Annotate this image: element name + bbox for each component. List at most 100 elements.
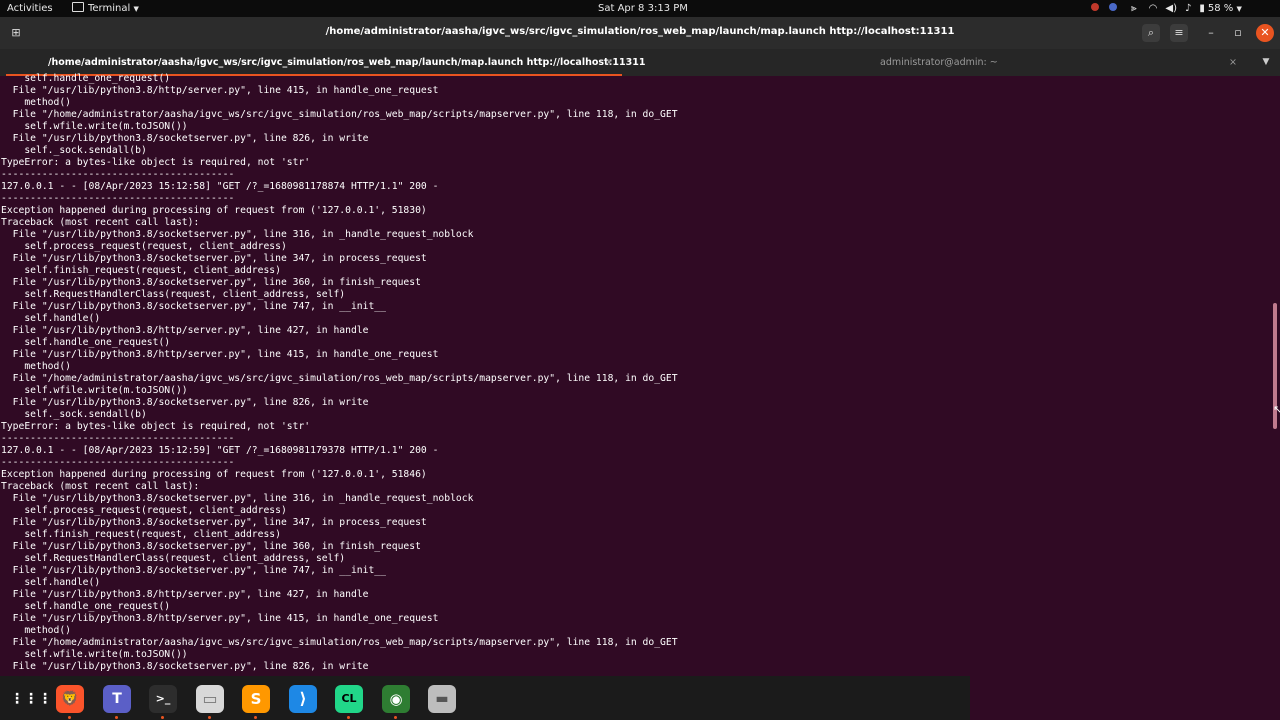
terminal-line: File "/usr/lib/python3.8/http/server.py"…: [1, 349, 439, 360]
tab-admin-home[interactable]: administrator@admin: ~ ×: [622, 49, 1250, 76]
terminal-icon[interactable]: >_: [149, 685, 177, 713]
terminal-app-menu[interactable]: Terminal ▼: [72, 2, 139, 16]
tab-bar: /home/administrator/aasha/igvc_ws/src/ig…: [0, 49, 1280, 76]
terminal-line: self.handle_one_request(): [1, 601, 171, 612]
hamburger-menu-icon[interactable]: ≡: [1170, 24, 1188, 42]
terminal-line: 127.0.0.1 - - [08/Apr/2023 15:12:58] "GE…: [1, 181, 439, 192]
tab-label: /home/administrator/aasha/igvc_ws/src/ig…: [48, 57, 646, 68]
terminal-line: ----------------------------------------: [1, 169, 235, 180]
terminal-line: method(): [1, 361, 71, 372]
chrome-icon[interactable]: ◉: [382, 685, 410, 713]
terminal-line: File "/usr/lib/python3.8/http/server.py"…: [1, 85, 439, 96]
extension-icon: [1109, 3, 1117, 11]
running-indicator: [347, 716, 350, 719]
terminal-line: File "/usr/lib/python3.8/http/server.py"…: [1, 589, 369, 600]
close-icon[interactable]: ✕: [1256, 24, 1274, 42]
terminal-line: Traceback (most recent call last):: [1, 481, 200, 492]
terminal-line: File "/usr/lib/python3.8/socketserver.py…: [1, 661, 369, 672]
dock: ⋮⋮⋮ 🦁 T >_ ▭ S ⟩ CL ◉ ▬: [0, 676, 970, 720]
terminal-line: self.RequestHandlerClass(request, client…: [1, 289, 346, 300]
terminal-line: File "/home/administrator/aasha/igvc_ws/…: [1, 373, 678, 384]
chevron-down-icon: ▼: [133, 5, 139, 13]
terminal-line: TypeError: a bytes-like object is requir…: [1, 421, 311, 432]
terminal-line: 127.0.0.1 - - [08/Apr/2023 15:12:59] "GE…: [1, 445, 439, 456]
close-tab-icon[interactable]: ×: [1229, 49, 1237, 76]
brave-icon[interactable]: 🦁: [56, 685, 84, 713]
terminal-line: File "/usr/lib/python3.8/socketserver.py…: [1, 229, 474, 240]
terminal-line: File "/usr/lib/python3.8/socketserver.py…: [1, 301, 386, 312]
terminal-line: File "/usr/lib/python3.8/http/server.py"…: [1, 613, 439, 624]
vscode-icon[interactable]: ⟩: [289, 685, 317, 713]
search-icon[interactable]: ⌕: [1142, 24, 1160, 42]
terminal-line: File "/usr/lib/python3.8/socketserver.py…: [1, 277, 421, 288]
close-tab-icon[interactable]: ×: [605, 49, 613, 76]
input-method-icon: ⫸: [1131, 3, 1137, 14]
clock[interactable]: Sat Apr 8 3:13 PM: [598, 2, 688, 15]
terminal-line: File "/home/administrator/aasha/igvc_ws/…: [1, 637, 678, 648]
tab-list-chevron-icon[interactable]: ▼: [1258, 49, 1274, 76]
terminal-line: self.handle(): [1, 313, 101, 324]
terminal-line: self.handle(): [1, 577, 101, 588]
sublime-text-icon[interactable]: S: [242, 685, 270, 713]
app-grid-icon[interactable]: ⋮⋮⋮: [10, 685, 52, 713]
terminal-line: method(): [1, 97, 71, 108]
terminal-line: self.finish_request(request, client_addr…: [1, 529, 281, 540]
terminal-line: File "/usr/lib/python3.8/socketserver.py…: [1, 397, 369, 408]
disk-icon[interactable]: ▬: [428, 685, 456, 713]
terminal-line: File "/usr/lib/python3.8/socketserver.py…: [1, 133, 369, 144]
terminal-line: ----------------------------------------: [1, 433, 235, 444]
terminal-line: self.handle_one_request(): [1, 73, 171, 84]
activities-button[interactable]: Activities: [7, 2, 53, 15]
terminal-line: Exception happened during processing of …: [1, 205, 427, 216]
microphone-icon: ♪: [1184, 3, 1192, 14]
top-bar: Activities Terminal ▼ Sat Apr 8 3:13 PM …: [0, 0, 1280, 17]
running-indicator: [115, 716, 118, 719]
terminal-line: File "/usr/lib/python3.8/socketserver.py…: [1, 517, 427, 528]
wifi-icon: ◠: [1148, 3, 1158, 14]
terminal-line: ----------------------------------------: [1, 457, 235, 468]
terminal-line: self.process_request(request, client_add…: [1, 241, 287, 252]
minimize-icon[interactable]: –: [1202, 24, 1220, 42]
running-indicator: [161, 716, 164, 719]
terminal-line: self.finish_request(request, client_addr…: [1, 265, 281, 276]
terminal-line: File "/usr/lib/python3.8/socketserver.py…: [1, 565, 386, 576]
terminal-line: File "/usr/lib/python3.8/socketserver.py…: [1, 541, 421, 552]
files-icon[interactable]: ▭: [196, 685, 224, 713]
terminal-output[interactable]: self.handle_one_request() File "/usr/lib…: [1, 73, 1271, 675]
terminal-line: File "/home/administrator/aasha/igvc_ws/…: [1, 109, 678, 120]
maximize-icon[interactable]: ▫: [1229, 24, 1247, 42]
terminal-line: Traceback (most recent call last):: [1, 217, 200, 228]
terminal-line: self.wfile.write(m.toJSON()): [1, 649, 188, 660]
terminal-line: self.handle_one_request(): [1, 337, 171, 348]
window-titlebar: ⊞ /home/administrator/aasha/igvc_ws/src/…: [0, 17, 1280, 49]
tab-label: administrator@admin: ~: [880, 57, 998, 68]
volume-icon: ◀): [1165, 3, 1177, 14]
terminal-line: TypeError: a bytes-like object is requir…: [1, 157, 311, 168]
battery-icon: ▮: [1199, 3, 1205, 14]
teams-icon[interactable]: T: [103, 685, 131, 713]
recording-icon: [1091, 3, 1099, 11]
terminal-line: File "/usr/lib/python3.8/http/server.py"…: [1, 325, 369, 336]
terminal-line: File "/usr/lib/python3.8/socketserver.py…: [1, 253, 427, 264]
chevron-down-icon: ▼: [1236, 5, 1242, 13]
mouse-cursor-icon: ↖: [1273, 403, 1280, 416]
system-tray[interactable]: ⫸ ◠ ◀) ♪ ▮ 58 % ▼: [1091, 2, 1242, 16]
terminal-line: File "/usr/lib/python3.8/socketserver.py…: [1, 493, 474, 504]
running-indicator: [68, 716, 71, 719]
terminal-app-icon: [72, 2, 84, 12]
window-title: /home/administrator/aasha/igvc_ws/src/ig…: [325, 26, 955, 37]
terminal-line: self.wfile.write(m.toJSON()): [1, 121, 188, 132]
running-indicator: [254, 716, 257, 719]
app-name: Terminal: [88, 3, 131, 14]
terminal-line: self._sock.sendall(b): [1, 409, 147, 420]
clion-icon[interactable]: CL: [335, 685, 363, 713]
terminal-line: self._sock.sendall(b): [1, 145, 147, 156]
terminal-line: method(): [1, 625, 71, 636]
terminal-line: self.wfile.write(m.toJSON()): [1, 385, 188, 396]
running-indicator: [208, 716, 211, 719]
running-indicator: [394, 716, 397, 719]
terminal-line: ----------------------------------------: [1, 193, 235, 204]
battery-percent: 58 %: [1207, 3, 1234, 14]
tab-map-launch[interactable]: /home/administrator/aasha/igvc_ws/src/ig…: [0, 49, 645, 76]
terminal-line: self.RequestHandlerClass(request, client…: [1, 553, 346, 564]
